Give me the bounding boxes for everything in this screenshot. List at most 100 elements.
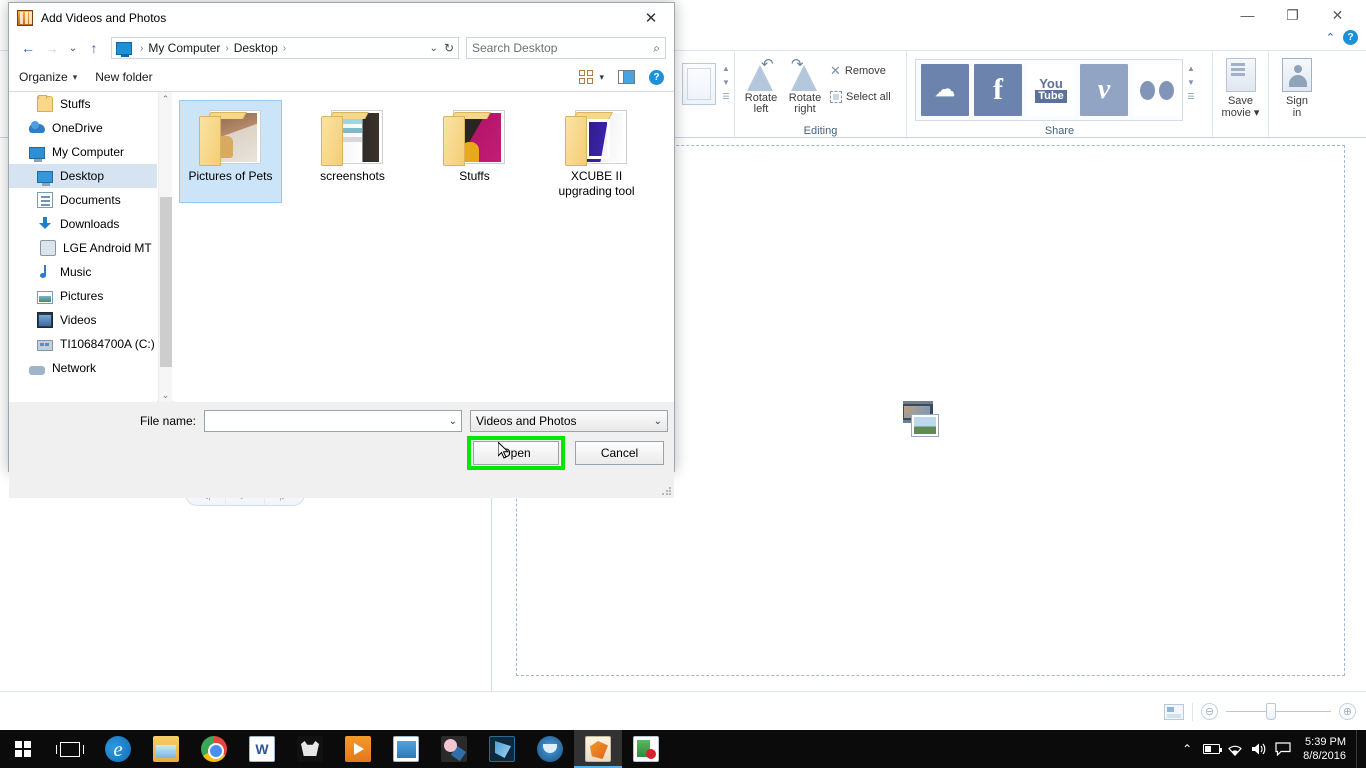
gallery-scroll-down-icon[interactable]: ▼	[720, 75, 732, 89]
taskbar-app-photoshop[interactable]	[478, 730, 526, 768]
open-button[interactable]: Open	[473, 441, 559, 465]
taskbar-app-edge[interactable]: e	[94, 730, 142, 768]
gallery-scroll-spinners[interactable]: ▲ ▼ ☰	[720, 61, 732, 103]
nav-item-desktop[interactable]: Desktop	[9, 164, 157, 188]
scroll-up-icon[interactable]: ⌃	[159, 92, 172, 106]
nav-item-lge-android-mt[interactable]: LGE Android MT	[9, 236, 157, 260]
help-icon[interactable]: ?	[649, 69, 664, 85]
change-view-button[interactable]: ▾	[579, 69, 604, 85]
zoom-slider-handle[interactable]	[1266, 703, 1276, 720]
thumbnail-gallery-icon[interactable]	[682, 63, 716, 105]
gallery-more-icon[interactable]: ☰	[720, 89, 732, 103]
rotate-right-button[interactable]: ↷ Rotate right	[783, 57, 827, 115]
share-flickr-button[interactable]	[1133, 64, 1181, 116]
back-button[interactable]: ←	[17, 37, 39, 59]
share-facebook-button[interactable]: f	[974, 64, 1022, 116]
storyboard-view-icon[interactable]	[1164, 703, 1184, 720]
resize-grip[interactable]	[661, 486, 671, 496]
sign-in-button[interactable]: Sign in	[1269, 55, 1325, 119]
taskbar-app-file-explorer[interactable]	[142, 730, 190, 768]
up-button[interactable]: ↑	[83, 37, 105, 59]
task-view-button[interactable]	[46, 730, 94, 768]
gallery-scroll-up-icon[interactable]: ▲	[720, 61, 732, 75]
volume-icon[interactable]	[1247, 730, 1271, 768]
nav-item-pictures[interactable]: Pictures	[9, 284, 157, 308]
show-hidden-icons-button[interactable]: ⌃	[1175, 730, 1199, 768]
search-icon[interactable]: ⌕	[653, 41, 660, 56]
taskbar-app-paint[interactable]	[430, 730, 478, 768]
search-box[interactable]: Search Desktop ⌕	[466, 37, 666, 59]
share-more-icon[interactable]: ☰	[1185, 89, 1197, 103]
nav-item-network[interactable]: Network	[9, 356, 157, 380]
taskbar-app-wolf[interactable]	[286, 730, 334, 768]
file-item-pictures-of-pets[interactable]: Pictures of Pets	[179, 100, 282, 203]
nav-item-onedrive[interactable]: OneDrive	[9, 116, 157, 140]
zoom-out-button[interactable]: ⊖	[1201, 703, 1218, 720]
start-button[interactable]	[0, 730, 46, 768]
breadcrumb-desktop[interactable]: Desktop	[234, 41, 278, 55]
select-all-button[interactable]: Select all	[830, 91, 891, 103]
save-movie-button[interactable]: Save movie ▾	[1213, 55, 1268, 119]
file-name-input[interactable]: ⌄	[204, 410, 462, 432]
taskbar-app-utorrent[interactable]	[526, 730, 574, 768]
chevron-down-icon[interactable]: ⌄	[449, 416, 457, 427]
battery-icon[interactable]	[1199, 730, 1223, 768]
nav-item-documents[interactable]: Documents	[9, 188, 157, 212]
address-bar[interactable]: › My Computer › Desktop › ⌄ ↻	[111, 37, 459, 59]
cancel-button[interactable]: Cancel	[575, 441, 664, 465]
organize-button[interactable]: Organize ▾	[19, 70, 77, 84]
taskbar-app-media-player[interactable]	[622, 730, 670, 768]
wolf-icon	[297, 736, 323, 762]
share-scroll-up-icon[interactable]: ▲	[1185, 61, 1197, 75]
taskbar-app-chrome[interactable]	[190, 730, 238, 768]
file-item-xcube-ii-upgrading-tool[interactable]: XCUBE II upgrading tool	[545, 100, 648, 203]
share-vimeo-button[interactable]: v	[1080, 64, 1128, 116]
nav-item-videos[interactable]: Videos	[9, 308, 157, 332]
show-desktop-button[interactable]	[1356, 730, 1362, 768]
dialog-close-button[interactable]: ✕	[628, 3, 674, 33]
collapse-ribbon-icon[interactable]: ⌃	[1326, 31, 1335, 44]
file-item-stuffs[interactable]: Stuffs	[423, 100, 526, 203]
share-scroll-down-icon[interactable]: ▼	[1185, 75, 1197, 89]
action-center-icon[interactable]	[1271, 730, 1295, 768]
ribbon-group-save: Save movie ▾	[1213, 51, 1269, 139]
forward-button[interactable]: →	[41, 37, 63, 59]
preview-pane-icon[interactable]	[618, 70, 635, 84]
nav-item-my-computer[interactable]: My Computer	[9, 140, 157, 164]
nav-item-stuffs[interactable]: Stuffs	[9, 92, 157, 116]
close-button[interactable]: ✕	[1315, 1, 1360, 29]
recent-locations-button[interactable]: ⌄	[65, 37, 81, 59]
zoom-slider[interactable]	[1226, 703, 1331, 720]
scroll-down-icon[interactable]: ⌄	[159, 388, 172, 402]
dialog-toolbar-right: ▾ ?	[579, 69, 664, 85]
nav-item-local-disk[interactable]: TI10684700A (C:)	[9, 332, 157, 356]
chevron-down-icon[interactable]: ⌄	[430, 43, 438, 54]
share-gallery-spinners[interactable]: ▲ ▼ ☰	[1185, 61, 1197, 103]
nav-item-music[interactable]: Music	[9, 260, 157, 284]
rotate-left-button[interactable]: ↶ Rotate left	[739, 57, 783, 115]
file-type-dropdown[interactable]: Videos and Photos ⌄	[470, 410, 668, 432]
zoom-in-button[interactable]: ⊕	[1339, 703, 1356, 720]
maximize-button[interactable]: ❐	[1270, 1, 1315, 29]
share-onedrive-button[interactable]: ☁	[921, 64, 969, 116]
nav-item-downloads[interactable]: Downloads	[9, 212, 157, 236]
taskbar-app-movie-maker[interactable]	[574, 730, 622, 768]
file-item-screenshots[interactable]: screenshots	[301, 100, 404, 203]
help-icon[interactable]: ?	[1343, 29, 1358, 45]
taskbar-app-word[interactable]	[238, 730, 286, 768]
clock[interactable]: 5:39 PM 8/8/2016	[1295, 735, 1356, 763]
navigation-pane-scrollbar[interactable]: ⌃ ⌄	[158, 92, 172, 402]
share-youtube-button[interactable]: You Tube	[1027, 64, 1075, 116]
network-icon[interactable]	[1223, 730, 1247, 768]
breadcrumb-separator-2[interactable]: ›	[283, 43, 286, 54]
new-folder-button[interactable]: New folder	[95, 70, 152, 84]
minimize-button[interactable]: —	[1225, 1, 1270, 29]
taskbar-app-powerpoint[interactable]	[382, 730, 430, 768]
breadcrumb-my-computer[interactable]: My Computer	[148, 41, 220, 55]
add-media-placeholder-icon[interactable]	[903, 401, 943, 439]
file-list-pane[interactable]: Pictures of Pets screenshots Stuffs XCUB…	[173, 92, 674, 402]
remove-button[interactable]: ✕ Remove	[830, 63, 886, 79]
scrollbar-thumb[interactable]	[160, 197, 172, 367]
taskbar-app-vlc[interactable]	[334, 730, 382, 768]
refresh-icon[interactable]: ↻	[444, 41, 454, 55]
